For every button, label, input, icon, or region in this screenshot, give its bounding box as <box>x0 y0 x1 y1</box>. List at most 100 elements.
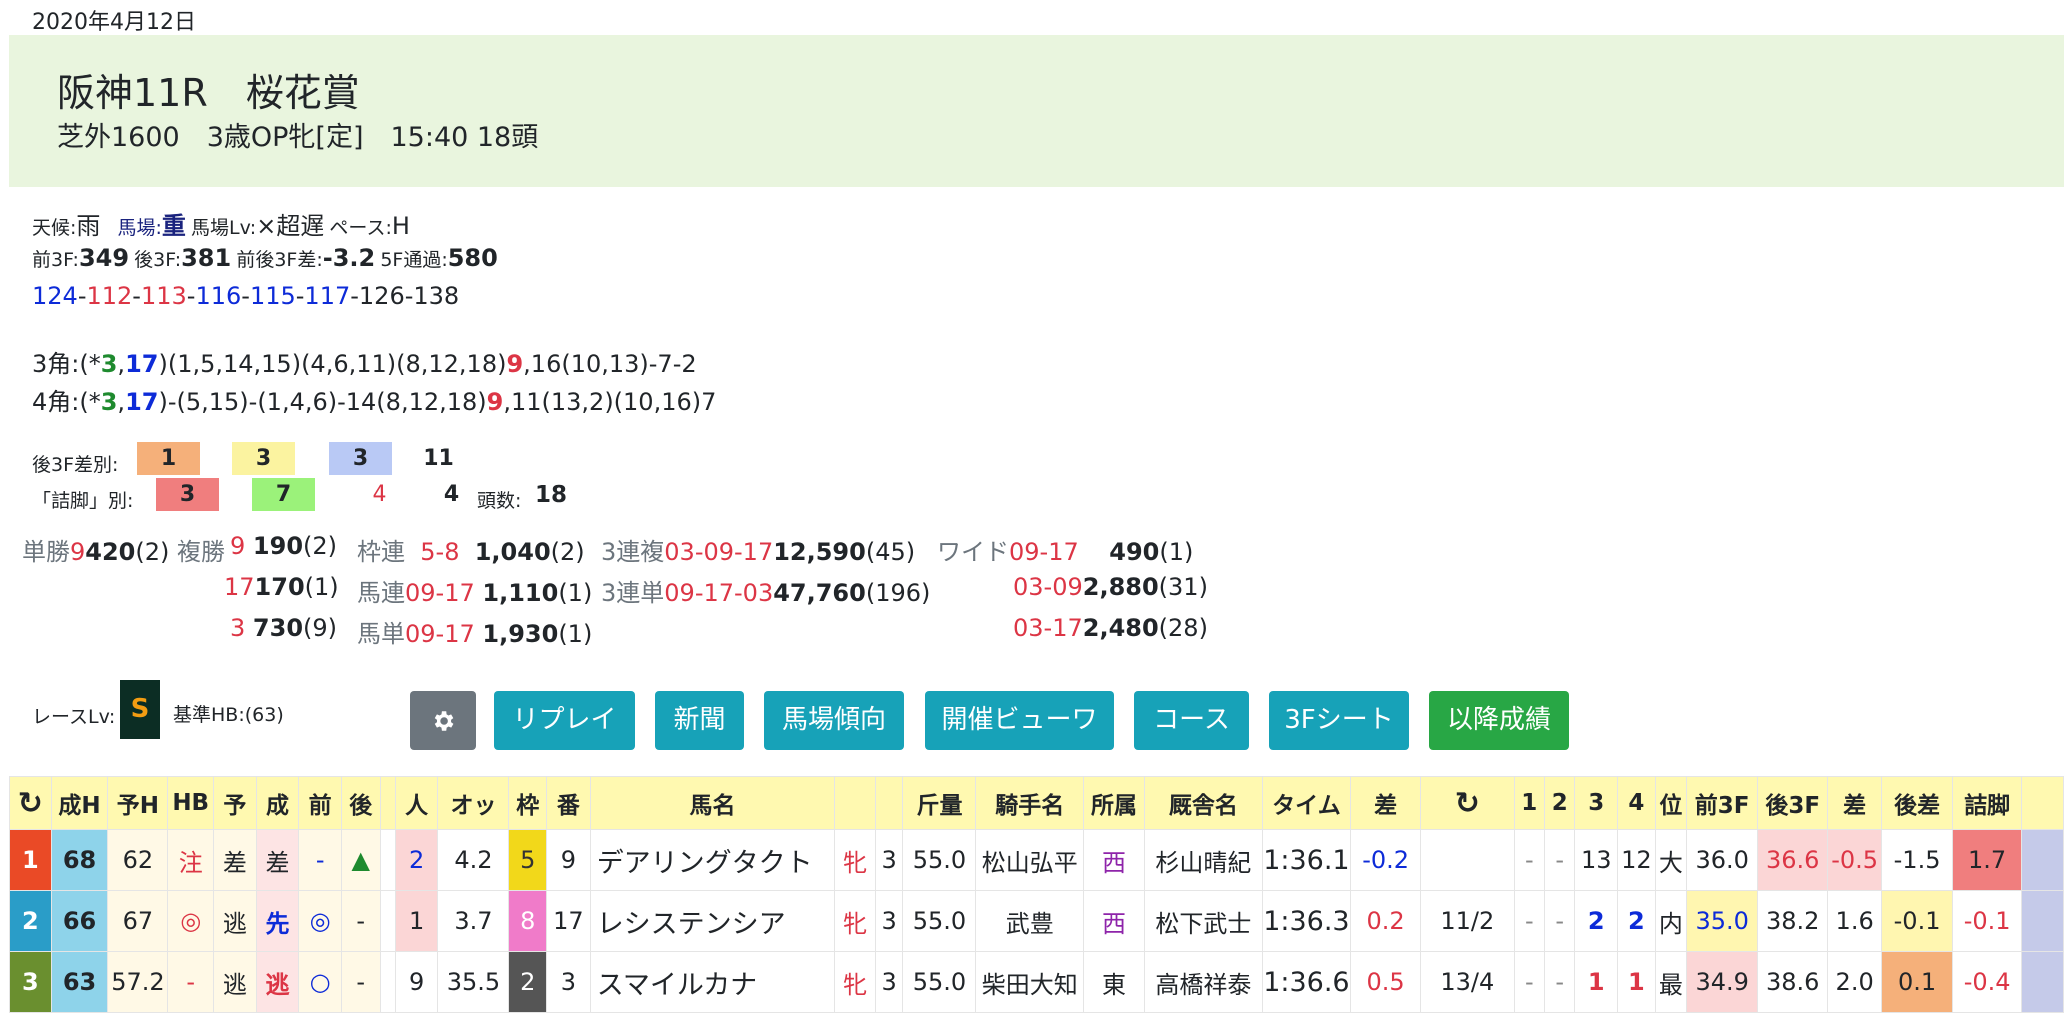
column-header: 差 <box>1350 776 1422 830</box>
table-cell: 9 <box>546 829 591 891</box>
tsume-chip-4: 4 <box>443 482 460 507</box>
table-cell: - <box>1513 829 1546 891</box>
payout-umatan: 馬単09-17 1,930(1) <box>357 620 593 648</box>
horse-name[interactable]: デアリングタクト <box>589 829 836 891</box>
table-cell: 3.7 <box>437 890 510 952</box>
table-cell: - <box>340 890 381 952</box>
column-header: 予H <box>107 776 169 830</box>
horse-name[interactable]: レシステンシア <box>589 890 836 952</box>
table-cell: 1 <box>9 829 52 891</box>
table-cell: 0.5 <box>1350 951 1422 1013</box>
column-header <box>2021 776 2064 830</box>
lap-value: 126 <box>358 282 405 310</box>
column-header <box>834 776 876 830</box>
table-cell: 最 <box>1654 951 1688 1013</box>
lap-value: 138 <box>413 282 460 310</box>
table-cell: -0.1 <box>1952 890 2023 952</box>
table-cell: 牝 <box>834 951 876 1013</box>
course-button[interactable]: コース <box>1134 691 1249 750</box>
table-cell: -0.2 <box>1350 829 1422 891</box>
payout-fukusho-1: 9 190(2) <box>230 532 338 560</box>
column-header <box>874 776 904 830</box>
table-cell: 1 <box>1574 951 1619 1013</box>
table-cell: -0.5 <box>1827 829 1883 891</box>
table-cell: - <box>340 951 381 1013</box>
column-header: 前3F <box>1686 776 1759 830</box>
table-cell: 55.0 <box>902 829 977 891</box>
table-cell: 2 <box>9 890 52 952</box>
column-header: 予 <box>213 776 257 830</box>
table-cell: 1.7 <box>1952 829 2023 891</box>
table-cell: 西 <box>1083 890 1145 952</box>
table-cell: 高橋祥泰 <box>1144 951 1263 1013</box>
table-cell: - <box>1543 951 1576 1013</box>
table-cell: 注 <box>167 829 215 891</box>
horse-name[interactable]: スマイルカナ <box>589 951 836 1013</box>
table-cell: 3 <box>874 829 904 891</box>
column-header: 成 <box>255 776 300 830</box>
column-header: 3 <box>1574 776 1619 830</box>
column-header: 後3F <box>1757 776 1829 830</box>
payout-fukusho-3: 3 730(9) <box>230 614 338 642</box>
table-cell: ◎ <box>298 890 342 952</box>
table-header-row: ↻ 成H 予H HB 予成前後人オッ枠番馬名 斤量 騎手名 所属 厩舎名 タイム差 ↻ 1 2 3 4 位前3… <box>9 776 2064 830</box>
table-cell: 柴田大知 <box>975 951 1085 1013</box>
table-cell: 62 <box>107 829 169 891</box>
track-trend-button[interactable]: 馬場傾向 <box>764 691 904 750</box>
tsume-chip-2: 7 <box>252 478 315 511</box>
table-cell: - <box>167 951 215 1013</box>
column-header: 所属 <box>1083 776 1145 830</box>
table-cell: 2 <box>1574 890 1619 952</box>
settings-button[interactable] <box>410 691 476 750</box>
table-cell: 4.2 <box>437 829 510 891</box>
column-header: 人 <box>394 776 439 830</box>
table-cell: 63 <box>50 951 109 1013</box>
table-cell: 0.2 <box>1350 890 1422 952</box>
l3-split-label: 後3F差別: <box>32 454 119 476</box>
l3-split-chip-3: 3 <box>329 442 392 475</box>
table-cell: 5 <box>508 829 548 891</box>
column-header: 厩舎名 <box>1144 776 1263 830</box>
table-cell: - <box>298 829 342 891</box>
race-level-badge: S <box>120 680 160 739</box>
table-cell: 2.0 <box>1827 951 1883 1013</box>
column-header: HB <box>167 776 215 830</box>
race-level-label: レースLv: <box>32 706 116 728</box>
table-row[interactable]: 3 63 57.2- 逃逃 ○ -9 35.5 2 3 スマイルカナ牝 3 55.0 柴田大知東高橋祥泰… <box>9 951 2064 1013</box>
refresh-icon[interactable]: ↻ <box>1420 776 1515 830</box>
table-cell: 3 <box>874 951 904 1013</box>
table-cell: 差 <box>213 829 257 891</box>
table-cell: 57.2 <box>107 951 169 1013</box>
column-header: 騎手名 <box>975 776 1085 830</box>
table-cell: 2 <box>394 829 439 891</box>
lap-value: 116 <box>195 282 242 310</box>
table-cell: 38.6 <box>1757 951 1829 1013</box>
table-cell: -0.4 <box>1952 951 2023 1013</box>
meeting-viewer-button[interactable]: 開催ビューワ <box>925 691 1114 750</box>
replay-button[interactable]: リプレイ <box>494 691 635 750</box>
base-hb: 基準HB:(63) <box>173 704 284 726</box>
table-cell: 34.9 <box>1686 951 1759 1013</box>
table-cell: 1 <box>1617 951 1656 1013</box>
results-table: ↻ 成H 予H HB 予成前後人オッ枠番馬名 斤量 騎手名 所属 厩舎名 タイム差 ↻ 1 2 3 4 位前3… <box>9 776 2064 1013</box>
table-cell: 38.2 <box>1757 890 1829 952</box>
l3-split-chip-2: 3 <box>232 442 295 475</box>
later-results-button[interactable]: 以降成績 <box>1429 691 1569 750</box>
newspaper-button[interactable]: 新聞 <box>655 691 744 750</box>
table-row[interactable]: 1 68 62 注差差 - ▲ 2 4.2 5 9 デアリングタクト牝 3 55.0 松山弘平西杉山晴紀 1… <box>9 829 2064 891</box>
table-row[interactable]: 2 66 67 ◎ 逃先 ◎ -1 3.7 8 17 レシステンシア牝 3 55.0 武豊西松下武士 1:3… <box>9 890 2064 952</box>
payout-wide-1: ワイド09-17 490(1) <box>937 538 1194 566</box>
refresh-icon[interactable]: ↻ <box>9 776 52 830</box>
3f-sheet-button[interactable]: 3Fシート <box>1269 691 1409 750</box>
horse-count: 18 <box>535 482 568 508</box>
gear-icon <box>434 710 454 731</box>
table-cell: 0.1 <box>1881 951 1954 1013</box>
column-header: 1 <box>1513 776 1546 830</box>
column-header: オッ <box>437 776 510 830</box>
lap-times: 124-112-113-116-115-117-126-138 <box>32 282 460 310</box>
column-header: 後差 <box>1881 776 1954 830</box>
table-cell: 67 <box>107 890 169 952</box>
column-header: 2 <box>1543 776 1576 830</box>
table-cell: - <box>1543 890 1576 952</box>
table-cell: 55.0 <box>902 890 977 952</box>
